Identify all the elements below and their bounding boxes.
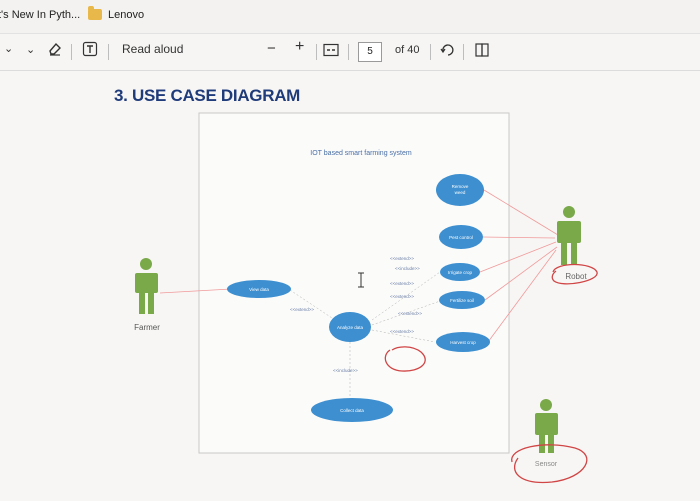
svg-text:Remove: Remove: [452, 184, 469, 189]
include-label: <<include>>: [333, 368, 358, 373]
svg-text:Fertilize soil: Fertilize soil: [450, 298, 474, 303]
use-case-pest-control[interactable]: Pest control: [439, 225, 483, 249]
use-case-remove-weed[interactable]: Remove weed: [436, 174, 484, 206]
svg-text:Pest control: Pest control: [449, 235, 473, 240]
svg-text:Collect data: Collect data: [340, 408, 364, 413]
sensor-label: Sensor: [535, 461, 558, 468]
robot-actor-icon: [557, 206, 581, 265]
farmer-actor-icon: [135, 258, 158, 314]
use-case-collect-data[interactable]: Collect data: [311, 398, 393, 422]
svg-text:Harvest crop: Harvest crop: [450, 340, 476, 345]
extend-label: <<extend>>: [390, 329, 414, 334]
svg-text:Irrigate crop: Irrigate crop: [448, 270, 473, 275]
use-case-irrigate-crop[interactable]: Irrigate crop: [440, 263, 480, 281]
use-case-diagram: IOT based smart farming system <<extend>…: [134, 112, 598, 484]
extend-label: <<extend>>: [390, 256, 414, 261]
svg-text:Analyze data: Analyze data: [337, 325, 364, 330]
use-case-fertilize-soil[interactable]: Fertilize soil: [439, 291, 485, 309]
extend-label: <<extend>>: [290, 307, 314, 312]
extend-label: <<extend>>: [390, 294, 414, 299]
use-case-view-data[interactable]: View data: [227, 280, 291, 298]
use-case-analyze-data[interactable]: Analyze data: [329, 312, 371, 342]
extend-label: <<extend>>: [390, 281, 414, 286]
farmer-label: Farmer: [134, 323, 160, 332]
extend-label: <<extend>>: [398, 311, 422, 316]
diagram-title: IOT based smart farming system: [310, 150, 412, 157]
robot-label: Robot: [565, 272, 587, 281]
include-label: <<include>>: [395, 266, 420, 271]
svg-text:weed: weed: [455, 190, 466, 195]
use-case-harvest-crop[interactable]: Harvest crop: [436, 332, 490, 352]
svg-text:View data: View data: [249, 287, 269, 292]
